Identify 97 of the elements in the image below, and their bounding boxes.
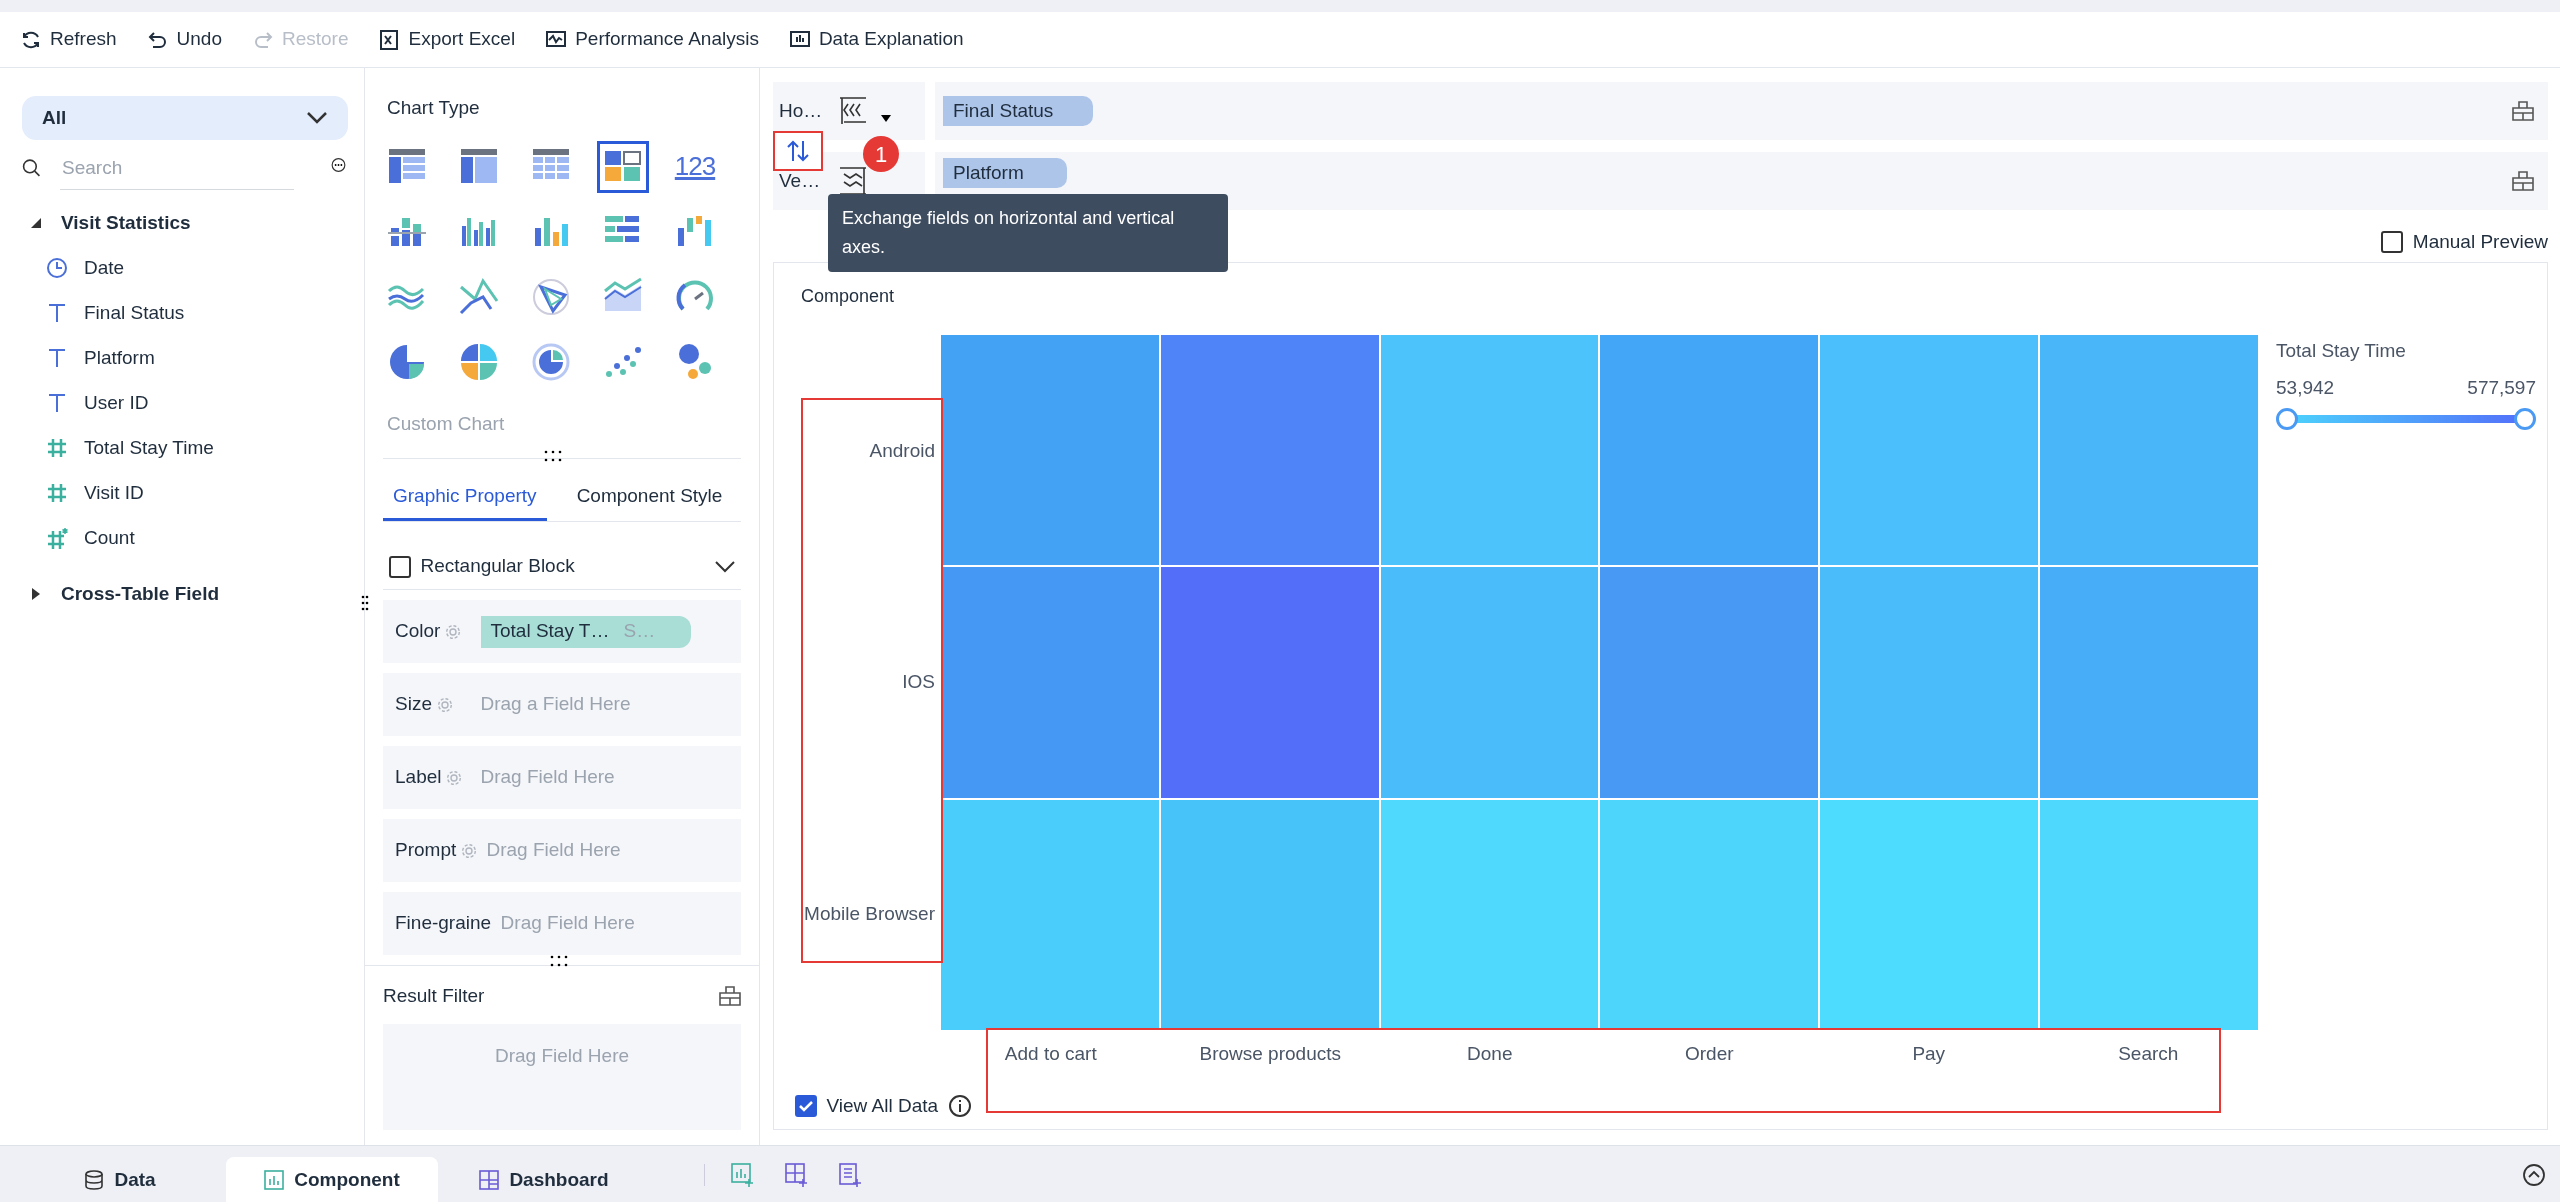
axis-label: Browse products — [1199, 1042, 1341, 1064]
axis-label: Order — [1684, 1042, 1734, 1064]
property-label: Size — [395, 692, 432, 717]
database-icon — [84, 1170, 105, 1190]
gear-icon — [461, 842, 477, 859]
axis-label: Pay — [1912, 1042, 1946, 1064]
swap-axes-button[interactable] — [773, 131, 823, 171]
checkbox-label: Manual Preview — [2412, 229, 2548, 254]
field-item[interactable]: User ID — [22, 381, 346, 426]
zigzag-line-icon — [459, 276, 499, 317]
drop-field[interactable]: Fine-graine Drag Field Here — [383, 892, 741, 955]
drop-field[interactable]: Prompt Drag Field Here — [383, 819, 741, 882]
legend-title: Total Stay Time — [2276, 339, 2407, 363]
chevron-down-icon — [306, 111, 328, 125]
add-dashboard-icon[interactable] — [785, 1163, 809, 1187]
gear-icon — [445, 623, 462, 640]
slider-handle[interactable] — [2276, 408, 2298, 430]
excel-button[interactable]: Export Excel — [378, 25, 516, 54]
chart-type-button[interactable]: 123 — [669, 140, 721, 193]
field-item[interactable]: Final Status — [22, 291, 346, 336]
donut-chart-icon — [531, 341, 571, 382]
drag-handle-icon — [549, 954, 569, 968]
field-pill[interactable]: Platform — [943, 158, 1067, 188]
drag-handle-icon — [543, 449, 563, 463]
legend-range-slider[interactable] — [2276, 408, 2536, 430]
axis-label: Ve… — [779, 168, 822, 193]
property-label: Fine-graine — [395, 911, 492, 936]
axis-label: Add to cart — [1004, 1042, 1097, 1064]
drop-field[interactable]: Size Drag a Field Here — [383, 673, 741, 736]
component-title: Component — [801, 285, 896, 308]
undo-button[interactable]: Undo — [146, 25, 222, 54]
dashboard-grid-icon — [479, 1170, 500, 1190]
axis-label: Mobile Browser — [804, 901, 935, 926]
tree-group[interactable]: Visit Statistics — [22, 200, 346, 246]
hash-star-icon — [46, 526, 68, 551]
property-tab[interactable]: Graphic Property — [383, 475, 547, 521]
collapse-up-icon[interactable] — [2522, 1163, 2546, 1187]
axis-label: Android — [869, 438, 935, 463]
property-tab[interactable]: Component Style — [570, 475, 729, 521]
performance-button[interactable]: Performance Analysis — [545, 25, 759, 54]
chevron-down-icon — [715, 560, 735, 573]
expanded-triangle-icon — [30, 217, 42, 229]
refresh-button[interactable]: Refresh — [20, 25, 117, 54]
field-pill[interactable]: Total Stay T… S… — [480, 615, 691, 648]
property-label: Color — [395, 619, 441, 644]
drag-handle-icon — [361, 595, 369, 611]
collapsed-triangle-icon — [30, 588, 42, 600]
drop-field[interactable]: Label Drag Field Here — [383, 746, 741, 809]
field-item[interactable]: Count — [22, 516, 346, 561]
clock-icon — [46, 256, 68, 281]
result-filter-title: Result Filter — [383, 983, 485, 1008]
field-scope-dropdown[interactable]: All — [22, 96, 348, 140]
field-item[interactable]: Date — [22, 246, 346, 291]
horizontal-axis-icon — [839, 97, 867, 125]
legend-min-value: 53,942 — [2276, 375, 2335, 400]
panel-title: Chart Type — [386, 96, 481, 120]
radar-chart-icon — [531, 276, 571, 317]
checkbox[interactable] — [795, 1095, 817, 1117]
axis-label: Done — [1467, 1042, 1513, 1064]
field-item[interactable]: Visit ID — [22, 471, 346, 516]
slider-handle[interactable] — [2514, 408, 2536, 430]
field-item[interactable]: Total Stay Time — [22, 426, 346, 471]
filter-box-icon — [2512, 100, 2534, 122]
check-icon — [799, 1100, 813, 1112]
checkbox[interactable] — [389, 555, 411, 578]
axis-drop-zone[interactable]: Final Status — [935, 82, 2548, 140]
swap-arrows-icon — [786, 139, 810, 163]
bottom-tab[interactable]: Component — [226, 1157, 438, 1202]
info-icon — [947, 1094, 972, 1118]
property-label: Label — [395, 765, 442, 790]
quarter-pie-icon — [459, 341, 499, 382]
gear-icon — [436, 696, 453, 713]
checkbox[interactable] — [2381, 231, 2404, 253]
axis-drop-zone[interactable]: Platform — [935, 152, 2548, 210]
axis-label: Ho… — [779, 98, 824, 123]
filter-box-icon — [719, 985, 741, 1007]
mark-type-dropdown[interactable]: Rectangular Block — [383, 544, 741, 590]
chart-type-button[interactable] — [597, 140, 649, 193]
gear-icon — [446, 769, 463, 786]
vertical-axis-icon — [839, 167, 867, 195]
chart-grid-icon — [264, 1170, 285, 1190]
tooltip: Exchange fields on horizontal and vertical axes. — [828, 194, 1228, 272]
axis-label: Search — [2118, 1042, 2179, 1064]
bottom-tab[interactable]: Dashboard — [438, 1157, 650, 1202]
bottom-tab[interactable]: Data — [14, 1157, 226, 1202]
property-label: Prompt — [395, 838, 457, 863]
axis-label: IOS — [902, 670, 935, 695]
add-report-icon[interactable] — [839, 1163, 863, 1187]
checkbox-label: View All Data — [826, 1093, 939, 1118]
field-item[interactable]: Platform — [22, 336, 346, 381]
caret-down-icon — [881, 115, 891, 123]
spreadsheet-icon — [378, 28, 401, 51]
field-pill[interactable]: Final Status — [943, 96, 1093, 126]
filter-box-icon — [2512, 170, 2534, 192]
tree-group[interactable]: Cross-Table Field — [22, 571, 346, 617]
explain-button[interactable]: Data Explanation — [788, 25, 964, 54]
legend-max-value: 577,597 — [2467, 375, 2536, 400]
